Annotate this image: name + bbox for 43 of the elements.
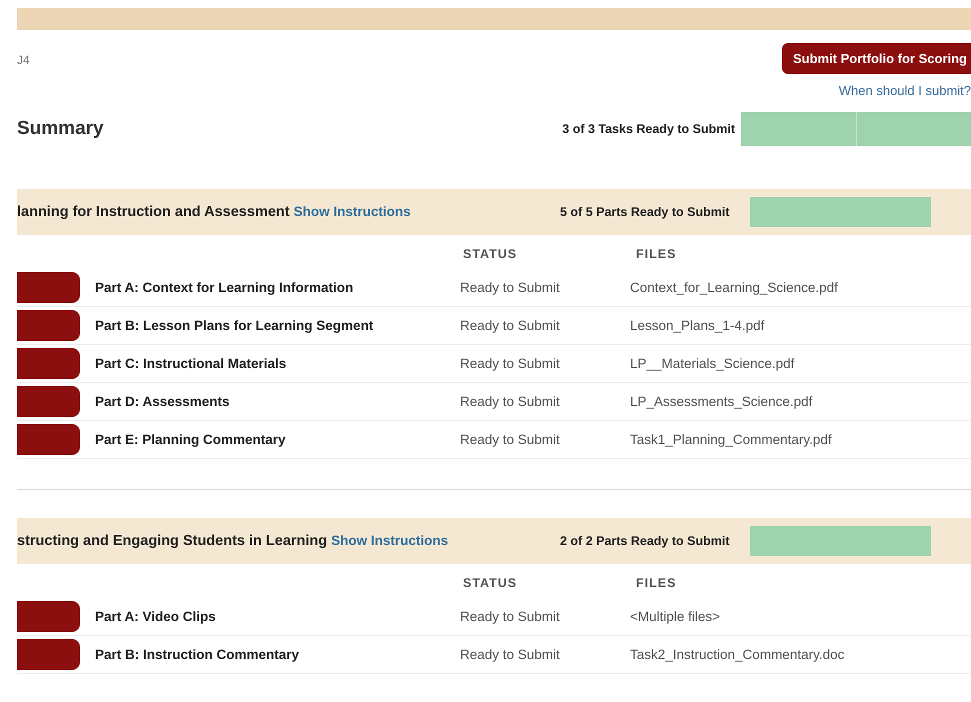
part-status: Ready to Submit [460,647,561,662]
part-status: Ready to Submit [460,609,561,624]
part-status: Ready to Submit [460,356,561,371]
column-header: STATUS [462,576,518,590]
part-name: Part D: Assessments [95,394,231,409]
summary-title: Summary [17,118,105,140]
part-name: Part B: Lesson Plans for Learning Segment [95,318,374,333]
portfolio-code: J4 [17,53,30,67]
part-button[interactable] [17,348,80,379]
column-header: STATUS [462,247,518,261]
progress-label: 3 of 3 Tasks Ready to Submit [562,122,735,136]
part-status: Ready to Submit [460,280,561,295]
part-button[interactable] [17,386,80,417]
file-name: LP__Materials_Science.pdf [630,356,796,371]
submit-button[interactable]: Submit Portfolio for Scoring [782,43,971,74]
progress-label: 5 of 5 Parts Ready to Submit [560,205,730,219]
file-name: Task2_Instruction_Commentary.doc [630,647,846,662]
file-name: LP_Assessments_Science.pdf [630,394,814,409]
file-name: Task1_Planning_Commentary.pdf [630,432,833,447]
part-button[interactable] [17,424,80,455]
column-header: FILES [635,576,678,590]
task-title: structing and Engaging Students in Learning [17,533,328,549]
file-name: Context_for_Learning_Science.pdf [630,280,839,295]
part-name: Part E: Planning Commentary [95,432,287,447]
file-name: Lesson_Plans_1-4.pdf [630,318,766,333]
part-button[interactable] [17,639,80,670]
part-button[interactable] [17,601,80,632]
part-button[interactable] [17,310,80,341]
instructions-link[interactable]: Show Instructions [331,533,448,548]
progress-label: 2 of 2 Parts Ready to Submit [560,534,730,548]
help-link[interactable]: When should I submit? [838,83,971,98]
part-status: Ready to Submit [460,432,561,447]
part-name: Part B: Instruction Commentary [95,647,300,662]
column-header: FILES [635,247,678,261]
part-status: Ready to Submit [460,394,561,409]
part-status: Ready to Submit [460,318,561,333]
part-name: Part C: Instructional Materials [95,356,288,371]
part-name: Part A: Context for Learning Information [95,280,354,295]
file-name: <Multiple files> [630,609,722,624]
part-name: Part A: Video Clips [95,609,217,624]
instructions-link[interactable]: Show Instructions [294,204,411,219]
part-button[interactable] [17,272,80,303]
task-title: lanning for Instruction and Assessment [17,204,290,220]
